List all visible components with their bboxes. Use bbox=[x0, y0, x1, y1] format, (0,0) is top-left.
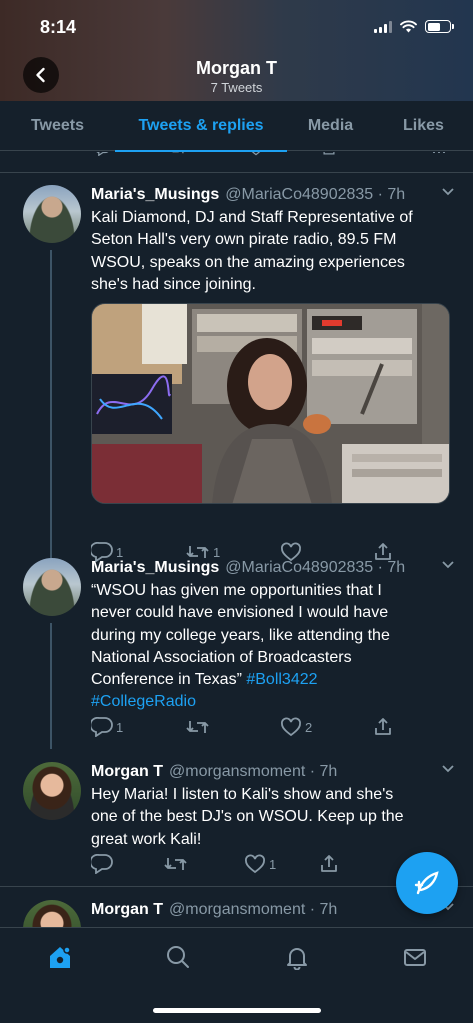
reply-count: 1 bbox=[116, 719, 124, 735]
profile-tabs: Tweets Tweets & replies Media Likes bbox=[0, 101, 473, 152]
tweet-header: Maria's_Musings @MariaCo48902835 · 7h bbox=[91, 556, 455, 580]
like-button[interactable]: 2 bbox=[280, 717, 312, 737]
tweet-text: “WSOU has given me opportunities that I … bbox=[91, 582, 390, 711]
reply-icon[interactable] bbox=[92, 152, 114, 156]
cellular-signal-icon bbox=[374, 20, 392, 33]
tweet-actions: 1 bbox=[91, 854, 391, 878]
reply-button[interactable]: 1 bbox=[91, 717, 123, 737]
like-icon bbox=[245, 854, 265, 874]
author-handle-time: @MariaCo48902835 · 7h bbox=[225, 559, 406, 576]
tweet-count: 7 Tweets bbox=[210, 80, 263, 95]
tweet-header: Maria's_Musings @MariaCo48902835 · 7h bbox=[91, 183, 455, 207]
tweet-actions: 1 2 bbox=[91, 717, 391, 741]
retweet-button[interactable] bbox=[164, 854, 191, 874]
like-icon bbox=[281, 717, 301, 737]
avatar[interactable] bbox=[23, 558, 81, 616]
tweet-item[interactable]: Maria's_Musings @MariaCo48902835 · 7h Ka… bbox=[0, 185, 473, 565]
share-button[interactable] bbox=[319, 854, 339, 874]
tab-likes[interactable]: Likes bbox=[374, 101, 473, 151]
bottom-nav bbox=[0, 927, 473, 1023]
profile-header: 8:14 Morgan T 7 Tweets bbox=[0, 0, 473, 101]
like-count: 2 bbox=[305, 719, 313, 735]
reply-button[interactable] bbox=[91, 854, 116, 874]
thread-line bbox=[50, 623, 52, 749]
tweet-text: Kali Diamond, DJ and Staff Representativ… bbox=[91, 209, 413, 293]
like-count: 1 bbox=[269, 856, 277, 872]
profile-name: Morgan T bbox=[196, 58, 277, 78]
compose-tweet-button[interactable] bbox=[396, 852, 458, 914]
home-icon bbox=[50, 946, 71, 968]
avatar[interactable] bbox=[23, 762, 81, 820]
author-name[interactable]: Morgan T bbox=[91, 901, 163, 919]
author-name[interactable]: Maria's_Musings bbox=[91, 186, 219, 204]
tweet-header: Morgan T @morgansmoment · 7h bbox=[91, 760, 455, 784]
hashtag-link[interactable]: #CollegeRadio bbox=[91, 693, 196, 710]
author-name[interactable]: Morgan T bbox=[91, 763, 163, 781]
retweet-icon bbox=[186, 721, 209, 733]
share-icon bbox=[321, 855, 337, 872]
author-handle-time: @MariaCo48902835 · 7h bbox=[225, 186, 406, 203]
nav-home[interactable] bbox=[45, 942, 75, 972]
author-handle-time: @morgansmoment · 7h bbox=[169, 901, 338, 918]
status-icons bbox=[374, 20, 454, 33]
tab-tweets[interactable]: Tweets bbox=[0, 101, 115, 151]
tweet-item[interactable]: Maria's_Musings @MariaCo48902835 · 7h “W… bbox=[0, 558, 473, 743]
retweet-icon bbox=[164, 858, 187, 870]
divider bbox=[0, 172, 473, 173]
avatar[interactable] bbox=[23, 900, 81, 927]
search-icon bbox=[167, 946, 189, 968]
wifi-icon bbox=[400, 20, 417, 33]
tab-media[interactable]: Media bbox=[287, 101, 374, 151]
tab-tweets-and-replies[interactable]: Tweets & replies bbox=[115, 101, 287, 152]
messages-icon bbox=[404, 949, 426, 966]
previous-tweet-actions bbox=[0, 152, 473, 162]
share-icon[interactable] bbox=[319, 152, 339, 156]
chevron-down-icon[interactable] bbox=[441, 560, 455, 570]
like-button[interactable]: 1 bbox=[244, 854, 276, 874]
share-icon bbox=[375, 718, 391, 735]
tweet-header: Morgan T @morgansmoment · 7h bbox=[91, 898, 455, 922]
author-handle-time: @morgansmoment · 7h bbox=[169, 763, 338, 780]
nav-messages[interactable] bbox=[400, 942, 430, 972]
chevron-down-icon[interactable] bbox=[441, 187, 455, 197]
battery-icon bbox=[425, 20, 454, 33]
notifications-icon bbox=[287, 948, 307, 970]
retweet-icon[interactable] bbox=[167, 152, 189, 156]
nav-search[interactable] bbox=[163, 942, 193, 972]
avatar[interactable] bbox=[23, 185, 81, 243]
retweet-button[interactable] bbox=[186, 717, 213, 737]
status-time: 8:14 bbox=[40, 17, 77, 37]
like-icon[interactable] bbox=[245, 152, 267, 156]
share-button[interactable] bbox=[373, 717, 393, 737]
home-indicator bbox=[153, 1008, 321, 1013]
reply-icon bbox=[91, 717, 113, 737]
tweet-item[interactable]: Morgan T @morgansmoment · 7h bbox=[0, 900, 473, 927]
compose-icon bbox=[414, 871, 439, 895]
nav-notifications[interactable] bbox=[282, 942, 312, 972]
analytics-icon[interactable] bbox=[432, 152, 446, 154]
hashtag-link[interactable]: #Boll3422 bbox=[246, 671, 317, 688]
timeline-feed[interactable]: Maria's_Musings @MariaCo48902835 · 7h Ka… bbox=[0, 152, 473, 927]
reply-icon bbox=[91, 854, 113, 874]
chevron-down-icon[interactable] bbox=[441, 764, 455, 774]
radio-studio-photo bbox=[92, 304, 449, 503]
author-name[interactable]: Maria's_Musings bbox=[91, 559, 219, 577]
tweet-photo[interactable] bbox=[91, 303, 450, 504]
tweet-text: Hey Maria! I listen to Kali's show and s… bbox=[91, 786, 404, 848]
